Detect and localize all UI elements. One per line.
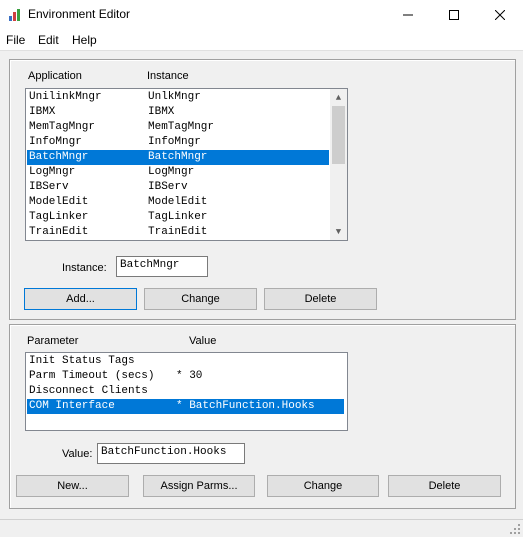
application-cell: MemTagMngr	[29, 121, 96, 133]
parameter-cell: Init Status Tags	[29, 355, 135, 367]
value-cell: * BatchFunction.Hooks	[176, 400, 315, 412]
application-cell: ModelEdit	[29, 196, 89, 208]
parameter-cell: COM Interface	[29, 400, 115, 412]
menu-edit[interactable]: Edit	[38, 33, 59, 47]
application-cell: BatchMngr	[29, 151, 89, 163]
value-input[interactable]: BatchFunction.Hooks	[97, 443, 245, 464]
close-icon	[495, 10, 505, 20]
application-list[interactable]: UnilinkMngr UnlkMngr IBMX IBMX MemTagMngr Mem…	[25, 88, 348, 241]
app-icon	[8, 8, 22, 22]
application-row[interactable]: BatchMngr BatchMngr	[27, 150, 329, 165]
menu-bar: File Edit Help	[0, 30, 523, 51]
application-row[interactable]: IBMX IBMX	[27, 105, 329, 120]
instance-cell: MemTagMngr	[148, 121, 215, 133]
instance-cell: BatchMngr	[148, 151, 208, 163]
size-grip-icon[interactable]	[509, 523, 521, 535]
scroll-thumb[interactable]	[332, 106, 345, 164]
value-label: Value:	[62, 448, 93, 460]
status-bar	[0, 519, 523, 537]
application-cell: LogMngr	[29, 166, 76, 178]
add-button-label: Add...	[66, 293, 95, 305]
application-row[interactable]: TagLinker TagLinker	[27, 210, 329, 225]
parameter-group: Parameter Value Init Status Tags Parm Tim…	[9, 324, 516, 509]
instance-input[interactable]: BatchMngr	[116, 256, 208, 277]
value-column-header: Value	[189, 335, 217, 347]
assign-parms-button[interactable]: Assign Parms...	[143, 475, 255, 497]
delete-instance-button[interactable]: Delete	[264, 288, 377, 310]
application-list-scrollbar[interactable]: ▲ ▼	[330, 89, 347, 240]
menu-help[interactable]: Help	[72, 33, 97, 47]
new-button[interactable]: New...	[16, 475, 129, 497]
change-parameter-button-label: Change	[303, 480, 343, 492]
change-parameter-button[interactable]: Change	[267, 475, 379, 497]
parameter-row[interactable]: Parm Timeout (secs) * 30	[27, 369, 344, 384]
maximize-button[interactable]	[431, 0, 477, 30]
minimize-button[interactable]	[385, 0, 431, 30]
change-instance-button-label: Change	[181, 293, 220, 305]
parameter-row[interactable]: COM Interface * BatchFunction.Hooks	[27, 399, 344, 414]
parameter-cell: Parm Timeout (secs)	[29, 370, 155, 382]
instance-label: Instance:	[62, 262, 107, 274]
application-row[interactable]: MemTagMngr MemTagMngr	[27, 120, 329, 135]
instance-column-header: Instance	[147, 70, 189, 82]
application-row[interactable]: IBServ IBServ	[27, 180, 329, 195]
window-title: Environment Editor	[28, 7, 131, 21]
parameter-list[interactable]: Init Status Tags Parm Timeout (secs) * 30 D…	[25, 352, 348, 431]
parameter-cell: Disconnect Clients	[29, 385, 148, 397]
add-button[interactable]: Add...	[24, 288, 137, 310]
application-cell: UnilinkMngr	[29, 91, 102, 103]
assign-parms-button-label: Assign Parms...	[160, 480, 238, 492]
application-row[interactable]: InfoMngr InfoMngr	[27, 135, 329, 150]
instance-cell: ModelEdit	[148, 196, 208, 208]
scroll-down-icon[interactable]: ▼	[330, 223, 347, 240]
parameter-row[interactable]: Disconnect Clients	[27, 384, 344, 399]
instance-cell: IBServ	[148, 181, 188, 193]
instance-cell: LogMngr	[148, 166, 195, 178]
application-cell: TrainEdit	[29, 226, 89, 238]
delete-parameter-button[interactable]: Delete	[388, 475, 501, 497]
value-cell: * 30	[176, 370, 203, 382]
minimize-icon	[403, 14, 413, 16]
delete-instance-button-label: Delete	[304, 293, 337, 305]
menu-file[interactable]: File	[6, 33, 25, 47]
application-cell: InfoMngr	[29, 136, 82, 148]
scroll-up-icon[interactable]: ▲	[330, 89, 347, 106]
change-instance-button[interactable]: Change	[144, 288, 257, 310]
parameter-column-header: Parameter	[27, 335, 79, 347]
application-cell: TagLinker	[29, 211, 89, 223]
instance-cell: InfoMngr	[148, 136, 201, 148]
application-row[interactable]: LogMngr LogMngr	[27, 165, 329, 180]
parameter-row[interactable]: Init Status Tags	[27, 354, 344, 369]
application-group: Application Instance UnilinkMngr UnlkMngr…	[9, 59, 516, 320]
title-bar: Environment Editor	[0, 0, 523, 30]
application-row[interactable]: ModelEdit ModelEdit	[27, 195, 329, 210]
environment-editor-window: Environment Editor File Edit Help Applic…	[0, 0, 523, 536]
maximize-icon	[449, 10, 459, 20]
new-button-label: New...	[57, 480, 88, 492]
instance-cell: UnlkMngr	[148, 91, 201, 103]
delete-parameter-button-label: Delete	[428, 480, 461, 492]
application-row[interactable]: UnilinkMngr UnlkMngr	[27, 90, 329, 105]
application-cell: IBMX	[29, 106, 56, 118]
application-row[interactable]: TrainEdit TrainEdit	[27, 225, 329, 240]
instance-cell: TagLinker	[148, 211, 208, 223]
instance-cell: IBMX	[148, 106, 175, 118]
close-button[interactable]	[477, 0, 523, 30]
application-column-header: Application	[28, 70, 82, 82]
application-cell: IBServ	[29, 181, 69, 193]
instance-cell: TrainEdit	[148, 226, 208, 238]
